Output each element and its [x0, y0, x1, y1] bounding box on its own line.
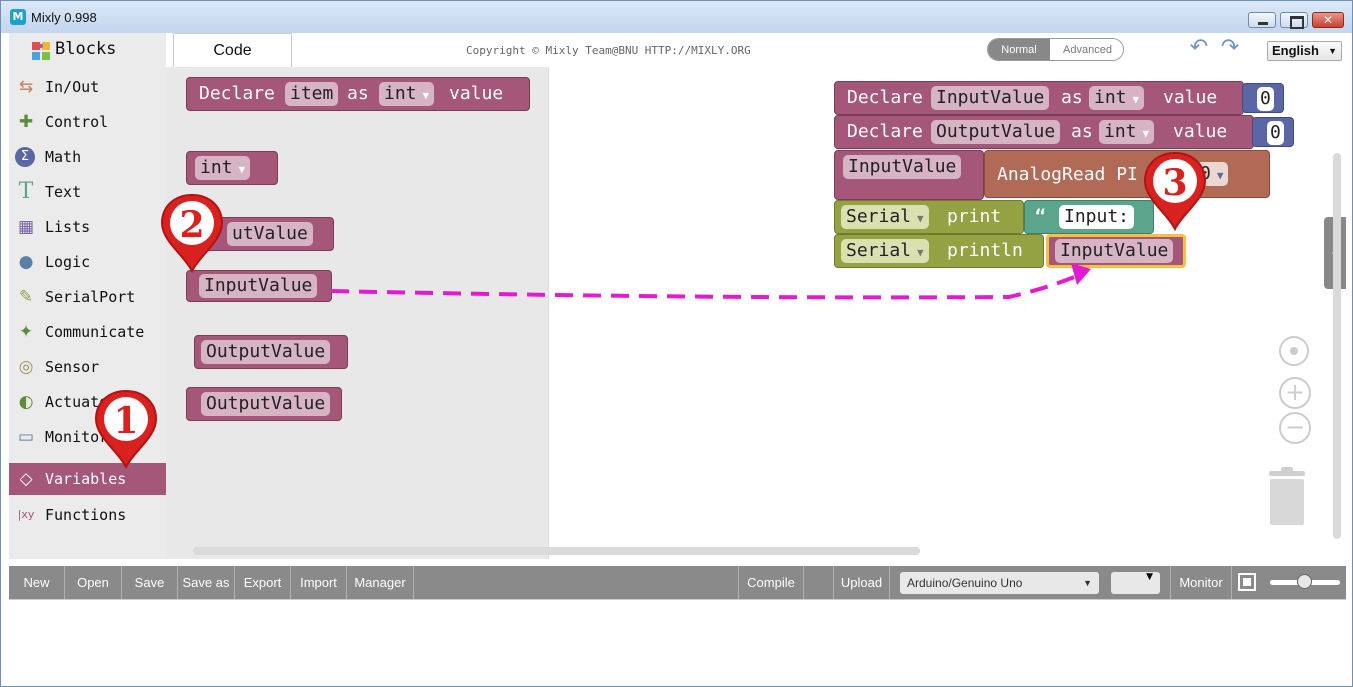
- marker-1-icon: 1: [94, 389, 158, 469]
- zoom-out-icon[interactable]: −: [1279, 412, 1311, 444]
- close-button[interactable]: ✕: [1312, 12, 1344, 28]
- open-button[interactable]: Open: [65, 566, 122, 599]
- save-button[interactable]: Save: [122, 566, 178, 599]
- bottom-toolbar: New Open Save Save as Export Import Mana…: [9, 566, 1346, 599]
- save-as-button[interactable]: Save as: [178, 566, 235, 599]
- minimize-button[interactable]: [1248, 12, 1276, 28]
- manager-button[interactable]: Manager: [347, 566, 414, 599]
- board-value: Arduino/Genuino Uno: [907, 576, 1023, 590]
- marker-3-icon: 3: [1143, 151, 1207, 231]
- app-window: M Mixly 0.998 ✕ Blocks ⇆ In/Out ✚ Contro…: [0, 0, 1353, 687]
- monitor-button[interactable]: Monitor: [1170, 566, 1232, 599]
- trash-icon[interactable]: [1267, 467, 1307, 527]
- chevron-down-icon: ▼: [1146, 572, 1153, 582]
- zoom-slider-handle[interactable]: [1297, 574, 1312, 589]
- export-button[interactable]: Export: [235, 566, 291, 599]
- mixly-icon: M: [10, 9, 26, 25]
- marker-2-icon: 2: [160, 193, 224, 273]
- upload-button[interactable]: Upload: [834, 566, 890, 599]
- window-title: Mixly 0.998: [31, 10, 97, 25]
- output-console[interactable]: [9, 599, 1346, 681]
- chevron-down-icon: ▼: [1083, 578, 1092, 588]
- compile-button[interactable]: Compile: [738, 566, 804, 599]
- port-select[interactable]: ▼: [1111, 572, 1160, 594]
- zoom-in-icon[interactable]: +: [1279, 377, 1311, 409]
- marker-number: 1: [113, 400, 138, 442]
- maximize-button[interactable]: [1280, 12, 1308, 29]
- title-bar: M Mixly 0.998 ✕: [1, 1, 1352, 33]
- drag-arrow: [330, 263, 1091, 300]
- board-select[interactable]: Arduino/Genuino Uno ▼: [900, 572, 1099, 594]
- marker-number: 3: [1162, 162, 1187, 204]
- new-button[interactable]: New: [9, 566, 65, 599]
- chip-icon[interactable]: [1238, 573, 1256, 591]
- marker-number: 2: [179, 204, 204, 246]
- main-content: Blocks ⇆ In/Out ✚ Control Σ Math T Text …: [9, 33, 1346, 681]
- import-button[interactable]: Import: [291, 566, 347, 599]
- toolbar-separator: [804, 566, 834, 599]
- recenter-icon[interactable]: [1279, 336, 1309, 366]
- vertical-scrollbar[interactable]: [1333, 153, 1341, 539]
